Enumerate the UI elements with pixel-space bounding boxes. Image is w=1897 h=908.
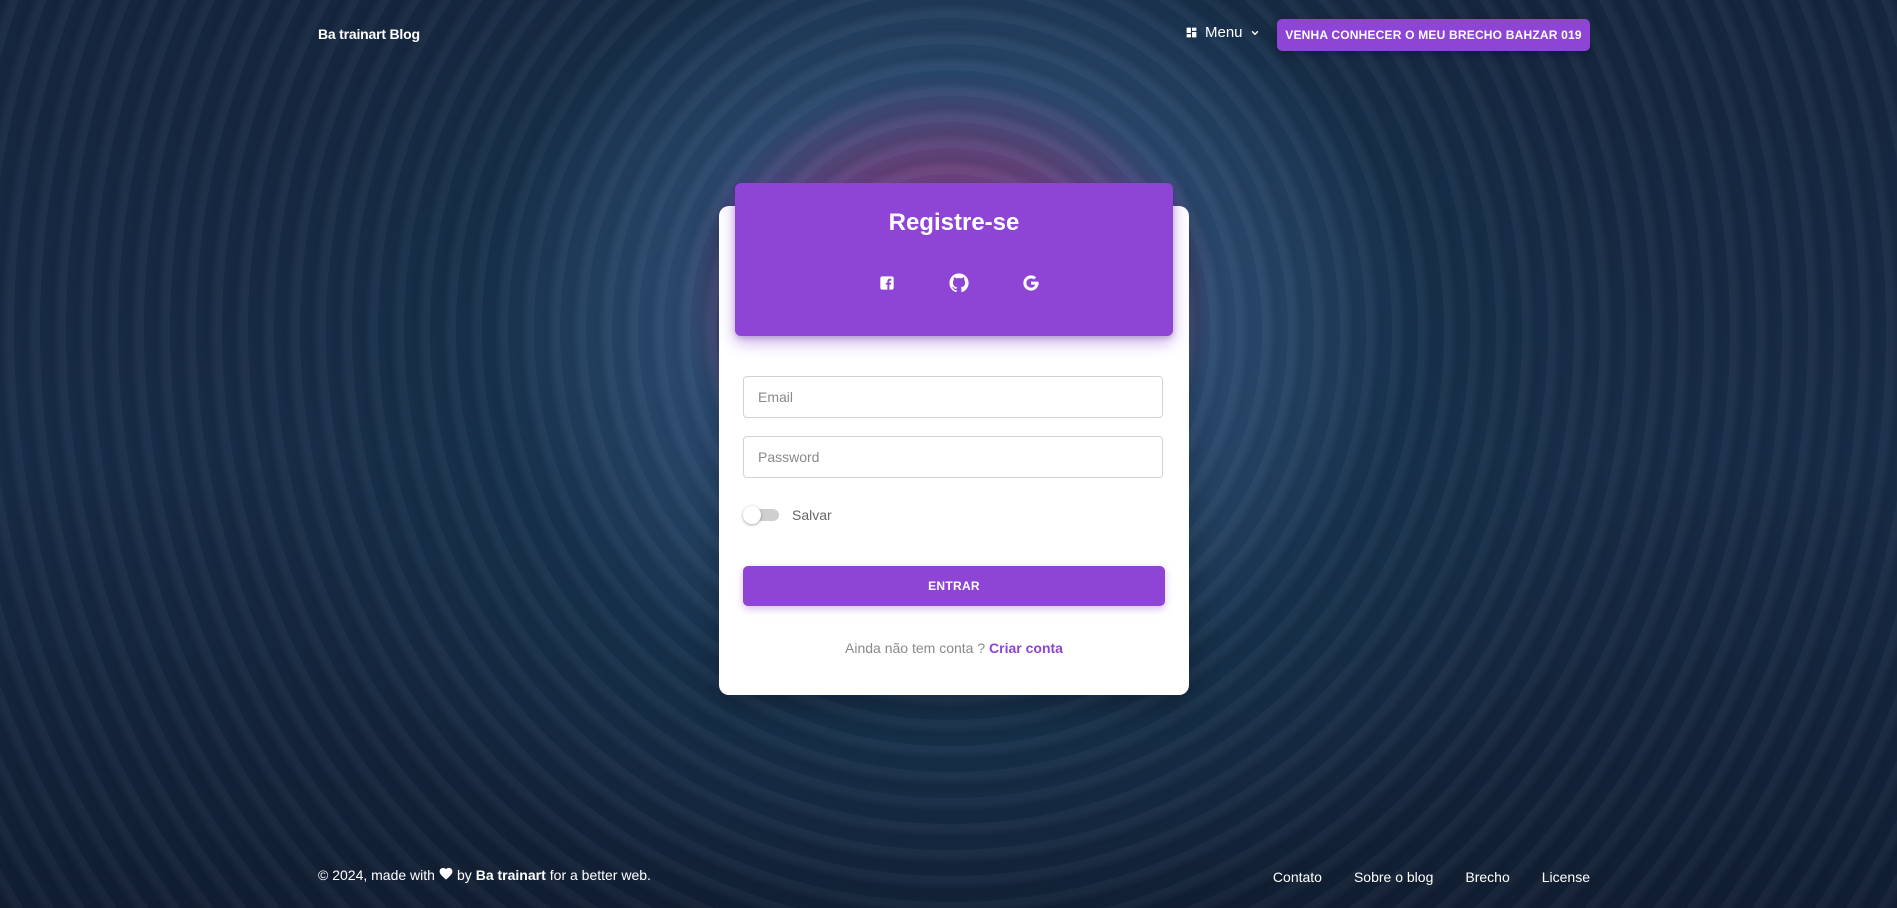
card-header: Registre-se bbox=[735, 183, 1173, 336]
heart-icon bbox=[439, 867, 453, 883]
footer-link-license[interactable]: License bbox=[1542, 869, 1590, 885]
brecho-cta-button[interactable]: VENHA CONHECER O MEU BRECHO BAHZAR 019 bbox=[1277, 19, 1590, 51]
google-icon[interactable] bbox=[1019, 271, 1043, 295]
footer-link-sobre[interactable]: Sobre o blog bbox=[1354, 869, 1433, 885]
github-icon[interactable] bbox=[947, 271, 971, 295]
toggle-knob bbox=[743, 506, 761, 524]
brand-logo[interactable]: Ba trainart Blog bbox=[318, 26, 420, 42]
menu-label: Menu bbox=[1205, 24, 1243, 41]
footer-link-brecho[interactable]: Brecho bbox=[1465, 869, 1509, 885]
remember-label: Salvar bbox=[792, 507, 832, 523]
footer-copyright: © 2024, made with by Ba trainart for a b… bbox=[318, 867, 651, 883]
create-account-link[interactable]: Criar conta bbox=[989, 640, 1063, 656]
footer-link-contato[interactable]: Contato bbox=[1273, 869, 1322, 885]
card-title: Registre-se bbox=[888, 209, 1020, 236]
signup-prompt: Ainda não tem conta ? Criar conta bbox=[719, 640, 1189, 656]
email-field[interactable] bbox=[743, 376, 1163, 418]
footer-links: Contato Sobre o blog Brecho License bbox=[1273, 869, 1590, 885]
login-submit-button[interactable]: ENTRAR bbox=[743, 566, 1165, 606]
copyright-text: © 2024, made with bbox=[318, 867, 435, 883]
signup-prompt-text: Ainda não tem conta ? bbox=[845, 640, 986, 656]
menu-dropdown[interactable]: Menu bbox=[1185, 24, 1260, 41]
footer-suffix: for a better web. bbox=[549, 867, 651, 883]
remember-toggle[interactable] bbox=[743, 506, 779, 524]
password-field[interactable] bbox=[743, 436, 1163, 478]
chevron-down-icon bbox=[1250, 28, 1260, 38]
dashboard-icon bbox=[1185, 26, 1198, 39]
by-text: by bbox=[456, 867, 472, 883]
facebook-icon[interactable] bbox=[875, 271, 899, 295]
author-link[interactable]: Ba trainart bbox=[476, 867, 546, 883]
